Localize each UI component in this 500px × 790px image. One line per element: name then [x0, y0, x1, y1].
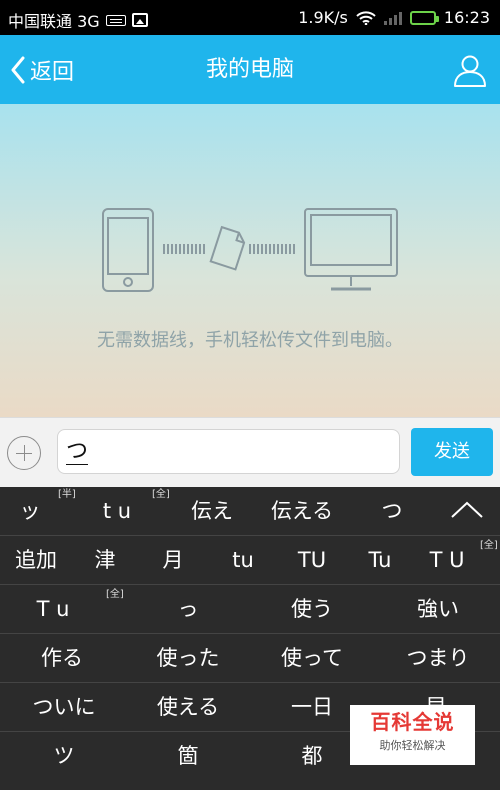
transfer-hint: 无需数据线，手机轻松传文件到电脑。: [97, 330, 403, 351]
clock: 16:23: [443, 8, 490, 27]
page-title: 我的电脑: [205, 57, 294, 82]
candidate-item[interactable]: 使える: [146, 683, 230, 732]
file-icon: [209, 225, 246, 271]
network-speed: 1.9K/s: [298, 8, 348, 27]
add-attachment-button[interactable]: [7, 436, 41, 470]
status-bar: 中国联通 3G 1.9K/s 16:23: [0, 0, 500, 35]
dotted-connector-left: [163, 244, 205, 254]
carrier-label: 中国联通 3G: [8, 12, 100, 31]
candidate-row-3: T u [全] っ 使う 強い: [0, 585, 500, 634]
candidate-item[interactable]: ッ: [10, 487, 50, 536]
phone-icon: [102, 208, 154, 292]
candidate-item[interactable]: ツ: [44, 732, 84, 781]
candidate-item[interactable]: [全] 伝え: [152, 487, 238, 536]
candidate-item[interactable]: 使って: [270, 634, 354, 683]
candidate-row-4: 作る 使った 使って つまり: [0, 634, 500, 683]
candidate-item[interactable]: [半] t u: [58, 487, 142, 536]
candidate-item[interactable]: Tu: [361, 536, 399, 585]
watermark-logo: 百科全说 助你轻松解决: [350, 705, 475, 765]
candidate-row-2: 追加 津 月 tu TU Tu T U [全]: [0, 536, 500, 585]
candidate-item[interactable]: 強い: [408, 585, 468, 634]
halfwidth-tag: [半]: [58, 489, 76, 500]
candidate-item[interactable]: tu: [224, 536, 262, 585]
chevron-left-icon: [11, 56, 25, 83]
input-bar: つ 发送: [0, 417, 500, 487]
candidate-item[interactable]: 月: [156, 536, 190, 585]
candidate-item[interactable]: ついに: [22, 683, 106, 732]
back-button[interactable]: 返回: [10, 35, 74, 104]
candidate-item[interactable]: 追加: [8, 536, 64, 585]
main-area: 无需数据线，手机轻松传文件到电脑。: [0, 104, 500, 417]
fullwidth-tag: [全]: [480, 540, 498, 551]
candidate-item[interactable]: 使った: [146, 634, 230, 683]
message-input[interactable]: つ: [57, 429, 400, 474]
composing-text: つ: [66, 439, 89, 465]
status-left: 中国联通 3G: [8, 8, 148, 32]
image-notification-icon: [131, 13, 148, 27]
candidate-item[interactable]: T U: [422, 536, 472, 585]
candidate-item[interactable]: 津: [88, 536, 122, 585]
candidate-item[interactable]: つ: [372, 487, 412, 536]
candidate-item[interactable]: っ: [168, 585, 208, 634]
send-button[interactable]: 发送: [411, 428, 493, 476]
candidate-item[interactable]: つまり: [396, 634, 480, 683]
fullwidth-tag: [全]: [106, 589, 124, 600]
candidate-item[interactable]: 都: [292, 732, 332, 781]
candidate-item[interactable]: 使う: [282, 585, 342, 634]
cellular-signal-icon: [383, 11, 402, 25]
candidate-item[interactable]: 箇: [168, 732, 208, 781]
keyboard-icon: [105, 14, 126, 26]
candidate-item[interactable]: 作る: [30, 634, 94, 683]
wifi-icon: [356, 10, 376, 25]
computer-icon: [304, 208, 398, 291]
profile-icon[interactable]: [452, 52, 488, 88]
chevron-up-icon[interactable]: [450, 497, 484, 523]
dotted-connector-right: [249, 244, 295, 254]
fullwidth-tag: [全]: [152, 489, 170, 500]
candidate-item[interactable]: TU: [292, 536, 332, 585]
status-right: 1.9K/s 16:23: [298, 8, 490, 27]
candidate-item[interactable]: 伝える: [264, 487, 340, 536]
candidate-item[interactable]: 一日: [282, 683, 342, 732]
back-label: 返回: [30, 59, 75, 85]
title-bar: 返回 我的电脑: [0, 35, 500, 104]
transfer-illustration: [102, 208, 398, 292]
watermark-title: 百科全说: [370, 710, 455, 734]
watermark-subtitle: 助你轻松解决: [379, 739, 446, 752]
candidate-row-1: ッ [半] t u [全] 伝え 伝える つ: [0, 487, 500, 536]
battery-icon: [409, 10, 439, 25]
candidate-item[interactable]: T u: [28, 585, 78, 634]
